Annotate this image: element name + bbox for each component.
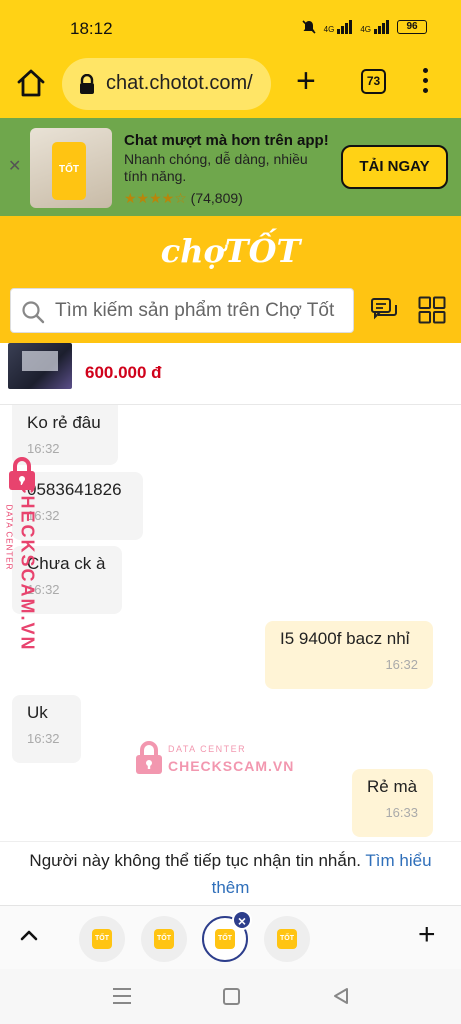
battery-icon: 96: [397, 20, 427, 34]
message-time: 16:32: [385, 657, 418, 672]
chotot-logo[interactable]: chợTỐT: [0, 232, 461, 270]
message-text: Uk: [27, 703, 48, 722]
banner-subtitle: Nhanh chóng, dễ dàng, nhiều tính năng.: [124, 151, 308, 184]
message-bubble[interactable]: I5 9400f bacz nhỉ 16:32: [265, 621, 433, 689]
banner-rating: ★★★★☆ (74,809): [124, 190, 243, 207]
tab-item[interactable]: TỐT: [264, 916, 310, 962]
app-install-banner: ✕ TỐT Chat mượt mà hơn trên app! Nhanh c…: [0, 118, 461, 216]
chotot-favicon-icon: TỐT: [154, 929, 174, 949]
status-bar: 18:12 4G 4G 96: [0, 0, 461, 52]
product-price: 600.000 đ: [85, 363, 162, 382]
message-time: 16:32: [27, 731, 60, 746]
message-text: Rẻ mà: [367, 777, 418, 796]
rating-stars: ★★★★☆: [124, 190, 187, 206]
lock-icon: [80, 74, 94, 94]
watermark-text: CHECKSCAM.VN: [168, 758, 295, 774]
home-icon[interactable]: [14, 66, 48, 100]
search-input[interactable]: [55, 289, 347, 332]
blocked-notice: Người này không thể tiếp tục nhận tin nh…: [0, 841, 461, 905]
signal-icon: 4G: [360, 20, 389, 34]
status-time: 18:12: [70, 19, 113, 38]
tab-item-active[interactable]: TỐT ×: [202, 910, 252, 962]
home-square-icon[interactable]: [223, 988, 240, 1005]
chat-icon[interactable]: [370, 297, 398, 323]
signal-icon: 4G: [324, 20, 353, 34]
chat-conversation[interactable]: 600.000 đ Ko rẻ đâu 16:32 0583641826 16:…: [0, 343, 461, 841]
product-card[interactable]: 600.000 đ: [0, 343, 461, 405]
tab-item[interactable]: TỐT: [79, 916, 125, 962]
search-icon: [22, 301, 45, 324]
address-bar[interactable]: chat.chotot.com/: [62, 58, 271, 110]
watermark-text: CHECKSCAM.VN: [17, 480, 38, 652]
tab-strip: TỐT TỐT TỐT × TỐT +: [0, 905, 461, 969]
watermark-side: DATA CENTER CHECKSCAM.VN: [4, 457, 48, 652]
message-time: 16:32: [27, 441, 60, 456]
network-type-1: 4G: [323, 25, 335, 34]
system-nav-bar: [0, 969, 461, 1024]
watermark-center: DATA CENTER CHECKSCAM.VN: [136, 741, 296, 781]
network-type-2: 4G: [360, 25, 371, 34]
watermark-lock-icon: [136, 741, 162, 774]
close-tab-icon[interactable]: ×: [232, 910, 252, 930]
tab-switcher-button[interactable]: 73: [361, 69, 386, 94]
banner-image: TỐT: [30, 128, 112, 208]
banner-title: Chat mượt mà hơn trên app!: [124, 132, 329, 149]
search-box[interactable]: [10, 288, 354, 333]
notice-text: Người này không thể tiếp tục nhận tin nh…: [29, 851, 366, 870]
chotot-favicon-icon: TỐT: [215, 929, 235, 949]
message-bubble[interactable]: Ko rẻ đâu 16:32: [12, 405, 118, 465]
recent-apps-icon[interactable]: [113, 988, 131, 1004]
watermark-small-text: DATA CENTER: [168, 744, 247, 754]
rating-count: (74,809): [190, 190, 243, 206]
status-icons: 4G 4G 96: [302, 20, 427, 34]
chotot-favicon-icon: TỐT: [277, 929, 297, 949]
chevron-up-icon[interactable]: [18, 924, 40, 946]
watermark-small-text: DATA CENTER: [4, 504, 14, 571]
message-time: 16:33: [385, 805, 418, 820]
more-menu-icon[interactable]: [420, 68, 430, 98]
grid-menu-icon[interactable]: [418, 296, 446, 324]
mute-bell-icon: [302, 20, 316, 34]
tab-item[interactable]: TỐT: [141, 916, 187, 962]
new-tab-button[interactable]: +: [296, 64, 316, 98]
url-text: chat.chotot.com/: [106, 72, 253, 94]
message-bubble[interactable]: Rẻ mà 16:33: [352, 769, 433, 837]
add-tab-button[interactable]: +: [418, 920, 436, 950]
install-app-button[interactable]: TẢI NGAY: [341, 145, 448, 189]
browser-toolbar: chat.chotot.com/ + 73: [0, 52, 461, 118]
banner-phone: TỐT: [52, 142, 86, 200]
product-thumbnail: [8, 343, 72, 389]
site-header: chợTỐT: [0, 216, 461, 343]
close-icon[interactable]: ✕: [8, 156, 21, 176]
chotot-favicon-icon: TỐT: [92, 929, 112, 949]
message-text: I5 9400f bacz nhỉ: [280, 629, 410, 648]
message-text: Ko rẻ đâu: [27, 413, 101, 432]
message-bubble[interactable]: Uk 16:32: [12, 695, 81, 763]
back-triangle-icon[interactable]: [332, 987, 350, 1005]
